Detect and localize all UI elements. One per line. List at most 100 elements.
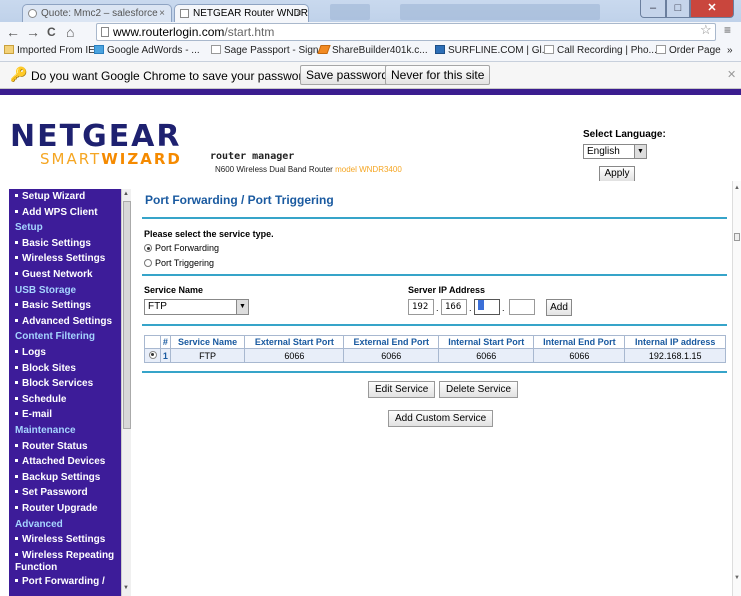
ip-octet-3[interactable] (474, 299, 500, 315)
sidebar-item[interactable]: Setup Wizard (9, 191, 121, 203)
close-window-button[interactable]: ✕ (690, 0, 734, 18)
tab-close-icon[interactable]: × (159, 5, 165, 22)
add-button[interactable]: Add (546, 299, 572, 316)
maximize-button[interactable]: □ (666, 0, 690, 18)
table-cell: FTP (169, 348, 246, 363)
language-select[interactable]: English ▼ (583, 144, 647, 159)
sidebar-item-label: Wireless Settings (22, 534, 106, 546)
sidebar-item-label: Wireless Settings (22, 253, 106, 265)
sidebar-item-label: Setup (15, 222, 43, 234)
service-name-select[interactable]: FTP ▼ (144, 299, 249, 315)
radio-button-checked[interactable] (144, 244, 152, 252)
surfline-icon (435, 45, 445, 54)
service-type-prompt: Please select the service type. (144, 229, 274, 239)
delete-service-button[interactable]: Delete Service (439, 381, 519, 398)
add-custom-service-button[interactable]: Add Custom Service (388, 410, 494, 427)
minimize-button[interactable]: – (640, 0, 666, 18)
bookmark-label: Google AdWords - ... (107, 45, 200, 56)
dropdown-arrow-icon: ▼ (634, 145, 646, 158)
address-bar[interactable]: www.routerlogin.com/start.htm (96, 23, 716, 41)
column-header (144, 335, 161, 349)
section-divider (142, 217, 727, 219)
scroll-down-icon[interactable]: ▼ (123, 585, 129, 591)
sidebar-item[interactable]: Block Services (9, 378, 121, 390)
back-arrow-icon[interactable]: ← (6, 24, 20, 40)
page-scrollbar[interactable]: ▲ ▼ (732, 181, 741, 596)
port-forwarding-option[interactable]: Port Forwarding (144, 243, 219, 253)
sidebar-item[interactable]: Basic Settings (9, 300, 121, 312)
table-cell: 6066 (343, 348, 440, 363)
tab-close-icon[interactable]: × (296, 5, 302, 22)
sidebar-section-header: Maintenance (9, 425, 121, 437)
url-host: www.routerlogin.com (113, 25, 225, 39)
infobar-close-icon[interactable]: ✕ (727, 68, 736, 81)
sidebar-item[interactable]: Advanced Settings (9, 316, 121, 328)
sidebar-item-label: Add WPS Client (22, 206, 98, 218)
bookmark-imported-from-ie[interactable]: Imported From IE (4, 45, 95, 56)
bookmark-sharebuilder[interactable]: ShareBuilder401k.c... (317, 45, 428, 56)
sidebar-item-label: Logs (22, 347, 46, 358)
section-divider (142, 274, 727, 276)
scroll-down-icon[interactable]: ▼ (734, 575, 740, 581)
sidebar-item[interactable]: Basic Settings (9, 238, 121, 250)
save-password-button[interactable]: Save password (300, 65, 395, 85)
row-select-radio[interactable] (148, 350, 157, 359)
server-ip-label: Server IP Address (408, 285, 486, 295)
sidebar-item[interactable]: Router Upgrade (9, 503, 121, 515)
sidebar-item[interactable]: Port Forwarding / (9, 576, 121, 588)
bookmark-google-adwords[interactable]: Google AdWords - ... (94, 45, 200, 56)
sidebar-item[interactable]: Add WPS Client (9, 207, 121, 219)
port-triggering-option[interactable]: Port Triggering (144, 258, 214, 268)
bookmark-surfline[interactable]: SURFLINE.COM | Gl... (435, 45, 550, 56)
bullet-icon (15, 240, 18, 244)
bullet-icon (15, 552, 18, 556)
bookmark-order-page[interactable]: Order Page (656, 45, 721, 56)
page-title: Port Forwarding / Port Triggering (145, 193, 334, 207)
sidebar-item-label: USB Storage (15, 284, 77, 296)
sidebar-scroll-thumb[interactable] (123, 201, 131, 429)
sidebar-item[interactable]: Set Password (9, 487, 121, 499)
bookmarks-overflow-icon[interactable]: » (727, 45, 733, 56)
bookmark-sage-passport[interactable]: Sage Passport - Sign... (211, 45, 327, 56)
row-select-cell[interactable] (144, 348, 161, 363)
sidebar-item[interactable]: Wireless Settings (9, 534, 121, 546)
sidebar-item-label: Set Password (22, 487, 88, 499)
bookmark-label: ShareBuilder401k.c... (332, 45, 428, 56)
never-for-this-site-button[interactable]: Never for this site (385, 65, 491, 85)
scroll-thumb[interactable] (734, 233, 740, 241)
ip-octet-4[interactable] (509, 299, 535, 315)
bullet-icon (15, 490, 18, 494)
radio-button[interactable] (144, 259, 152, 267)
sidebar-item[interactable]: Logs (9, 347, 121, 359)
sidebar-item[interactable]: Router Status (9, 441, 121, 453)
sidebar-item[interactable]: Attached Devices (9, 456, 121, 468)
bookmark-call-recording[interactable]: Call Recording | Pho... (544, 45, 657, 56)
sidebar-item[interactable]: Guest Network (9, 269, 121, 281)
sidebar-item[interactable]: E-mail (9, 409, 121, 421)
bookmark-star-icon[interactable]: ☆ (700, 22, 712, 38)
sidebar-item[interactable]: Block Sites (9, 363, 121, 375)
forward-arrow-icon[interactable]: → (26, 24, 40, 40)
sidebar-item-label: Basic Settings (22, 237, 91, 249)
sidebar-item[interactable]: Wireless Repeating Function (9, 550, 121, 574)
menu-icon[interactable]: ≡ (724, 23, 731, 37)
tab-netgear-router[interactable]: NETGEAR Router WNDR3 × (174, 4, 309, 22)
background-window-blur (330, 4, 370, 20)
option-label: Port Forwarding (155, 243, 220, 253)
sidebar-scrollbar[interactable]: ▲ ▼ (121, 189, 131, 596)
sidebar-item[interactable]: Schedule (9, 394, 121, 406)
tab-salesforce-quote[interactable]: Quote: Mmc2 – salesforce × (22, 4, 172, 22)
ip-octet-2[interactable]: 166 (441, 299, 467, 315)
home-icon[interactable]: ⌂ (66, 24, 74, 40)
scroll-up-icon[interactable]: ▲ (123, 191, 129, 197)
apply-button[interactable]: Apply (599, 166, 635, 182)
page-favicon-icon (180, 9, 189, 18)
table-row[interactable]: 1 FTP 6066 6066 6066 6066 192.168.1.15 (144, 348, 726, 363)
ip-octet-1[interactable]: 192 (408, 299, 434, 315)
scroll-up-icon[interactable]: ▲ (734, 185, 740, 191)
sidebar-item[interactable]: Backup Settings (9, 472, 121, 484)
sidebar-section-header: Setup (9, 222, 121, 234)
edit-service-button[interactable]: Edit Service (368, 381, 436, 398)
reload-icon[interactable]: C (47, 24, 56, 40)
sidebar-item[interactable]: Wireless Settings (9, 253, 121, 265)
